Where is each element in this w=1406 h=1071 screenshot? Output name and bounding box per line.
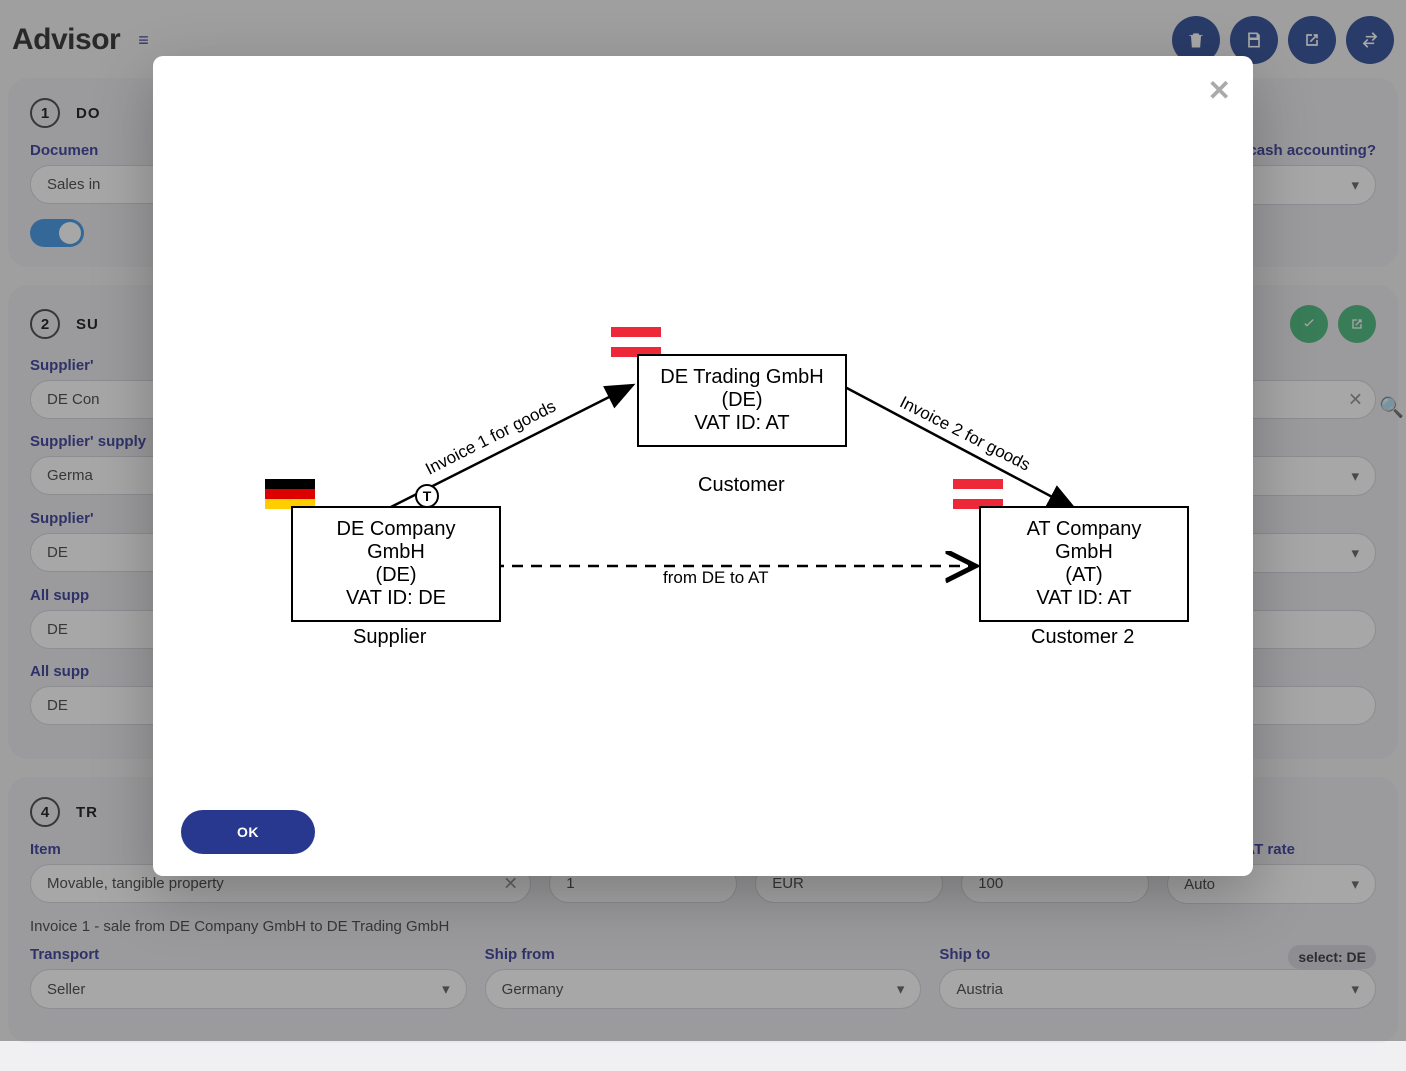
diagram-modal: ✕ T Invoice 1 for goods Invoice 2 for go… [153,56,1253,876]
close-icon[interactable]: ✕ [1208,74,1231,107]
role-label: Supplier [353,626,426,649]
transaction-diagram: T Invoice 1 for goods Invoice 2 for good… [193,236,1213,676]
node-customer: DE Trading GmbH (DE) VAT ID: AT [637,354,847,447]
node-supplier: DE Company GmbH (DE) VAT ID: DE [291,506,501,622]
transport-marker: T [415,484,439,508]
role-label: Customer 2 [1031,626,1134,649]
edge-label: from DE to AT [663,568,769,588]
role-label: Customer [698,474,785,497]
ok-button[interactable]: OK [181,810,315,854]
node-customer2: AT Company GmbH (AT) VAT ID: AT [979,506,1189,622]
